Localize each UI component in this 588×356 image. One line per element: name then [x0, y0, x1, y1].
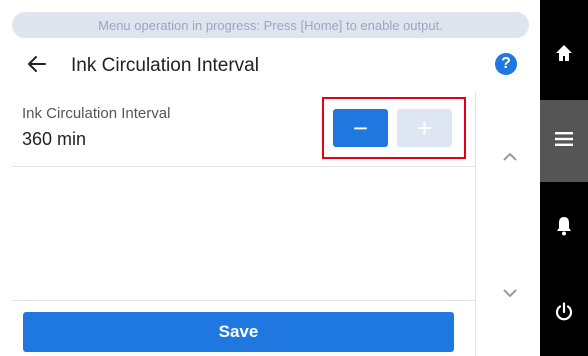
save-divider	[12, 300, 475, 301]
decrease-button[interactable]: −	[333, 109, 388, 147]
save-button[interactable]: Save	[23, 312, 454, 352]
notifications-button[interactable]	[540, 204, 588, 252]
status-banner: Menu operation in progress: Press [Home]…	[12, 12, 529, 38]
power-button[interactable]	[540, 290, 588, 338]
minus-icon: −	[352, 112, 369, 143]
power-icon	[554, 301, 574, 327]
scroll-divider	[475, 92, 476, 356]
menu-button[interactable]	[540, 117, 588, 165]
home-button[interactable]	[540, 31, 588, 79]
scroll-down-button[interactable]	[498, 282, 522, 306]
help-button[interactable]: ?	[495, 53, 517, 75]
increase-button[interactable]: +	[397, 109, 452, 147]
chevron-up-icon	[502, 149, 518, 167]
chevron-down-icon	[502, 285, 518, 303]
menu-icon	[554, 131, 574, 152]
side-navigation	[540, 0, 588, 356]
scroll-up-button[interactable]	[498, 146, 522, 170]
setting-label: Ink Circulation Interval	[22, 105, 171, 122]
bell-icon	[555, 216, 573, 241]
home-icon	[554, 43, 574, 68]
arrow-left-icon	[26, 53, 48, 80]
plus-icon: +	[416, 112, 433, 143]
page-title: Ink Circulation Interval	[71, 55, 259, 76]
setting-value: 360 min	[22, 129, 87, 149]
back-button[interactable]	[22, 51, 52, 81]
help-icon: ?	[501, 55, 511, 72]
